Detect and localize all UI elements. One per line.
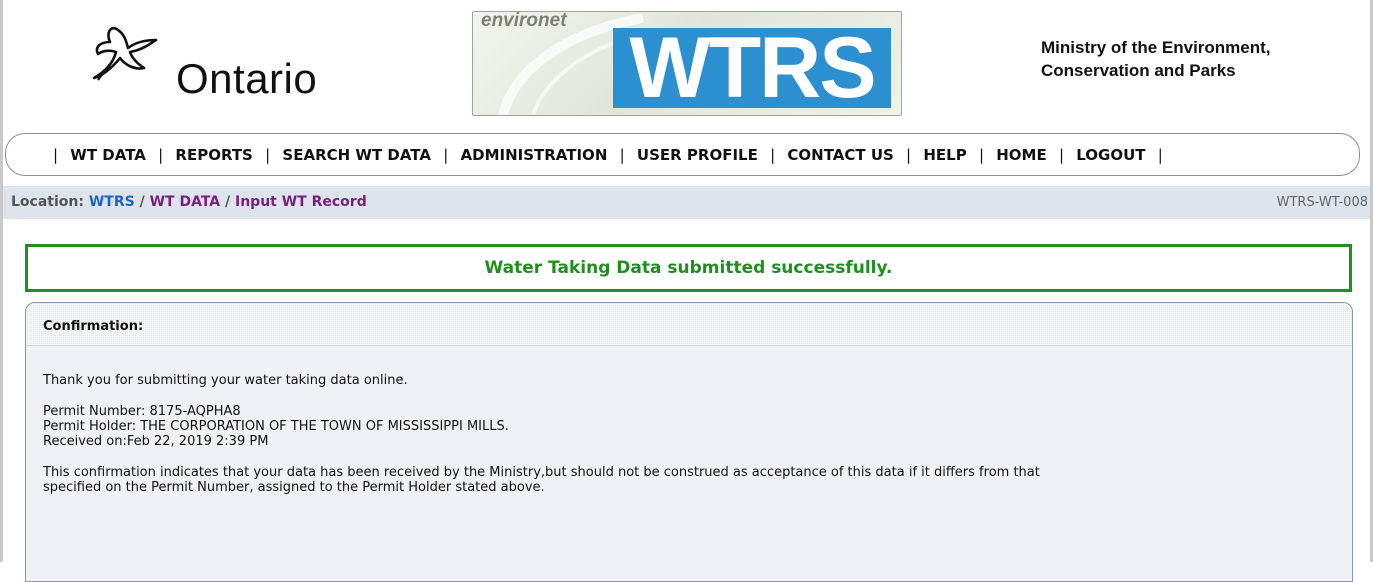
confirmation-body: Thank you for submitting your water taki…: [43, 373, 1333, 495]
main-nav: | WT DATA | REPORTS | SEARCH WT DATA | A…: [5, 133, 1360, 176]
wtrs-banner[interactable]: environet WTRS: [472, 11, 902, 116]
ontario-logo[interactable]: Ontario: [80, 20, 360, 120]
confirmation-panel: Confirmation: Thank you for submitting y…: [25, 302, 1353, 582]
wtrs-logo-box: WTRS: [613, 20, 891, 115]
nav-separator: |: [1157, 146, 1163, 164]
ministry-line-2: Conservation and Parks: [1041, 61, 1236, 80]
thank-you-text: Thank you for submitting your water taki…: [43, 373, 408, 388]
permit-holder: Permit Holder: THE CORPORATION OF THE TO…: [43, 419, 509, 434]
permit-number: Permit Number: 8175-AQPHA8: [43, 404, 241, 419]
trillium-icon: [92, 26, 158, 81]
confirmation-title: Confirmation:: [43, 319, 144, 334]
screen-id: WTRS-WT-008: [1276, 195, 1368, 210]
wtrs-logo-text: WTRS: [629, 20, 876, 116]
nav-separator: |: [770, 146, 776, 164]
nav-home[interactable]: HOME: [996, 146, 1046, 164]
breadcrumb-separator: /: [139, 194, 145, 210]
breadcrumb-label: Location:: [11, 194, 84, 210]
success-message: Water Taking Data submitted successfully…: [484, 258, 893, 278]
breadcrumb: Location: WTRS / WT DATA / Input WT Reco…: [3, 186, 1370, 219]
disclaimer-line-2: specified on the Permit Number, assigned…: [43, 480, 545, 495]
nav-separator: |: [53, 146, 59, 164]
ministry-name: Ministry of the Environment, Conservatio…: [1041, 36, 1271, 82]
page-header: Ontario environet WTRS Ministry of the E…: [0, 0, 1373, 130]
success-banner: Water Taking Data submitted successfully…: [25, 244, 1352, 292]
received-on: Received on:Feb 22, 2019 2:39 PM: [43, 434, 269, 449]
breadcrumb-wt-data-link[interactable]: WT DATA: [150, 194, 221, 210]
ontario-wordmark: Ontario: [176, 55, 318, 102]
breadcrumb-separator: /: [225, 194, 231, 210]
nav-separator: |: [443, 146, 449, 164]
nav-help[interactable]: HELP: [923, 146, 966, 164]
nav-user-profile[interactable]: USER PROFILE: [637, 146, 758, 164]
nav-separator: |: [978, 146, 984, 164]
nav-logout[interactable]: LOGOUT: [1076, 146, 1145, 164]
environet-label: environet: [481, 11, 567, 31]
nav-separator: |: [265, 146, 271, 164]
nav-wt-data[interactable]: WT DATA: [70, 146, 146, 164]
confirmation-panel-header: Confirmation:: [26, 303, 1352, 346]
ministry-line-1: Ministry of the Environment,: [1041, 38, 1271, 57]
nav-separator: |: [158, 146, 164, 164]
nav-search-wt-data[interactable]: SEARCH WT DATA: [282, 146, 431, 164]
breadcrumb-wtrs-link[interactable]: WTRS: [89, 194, 135, 210]
nav-separator: |: [619, 146, 625, 164]
nav-contact-us[interactable]: CONTACT US: [787, 146, 893, 164]
breadcrumb-trail: Location: WTRS / WT DATA / Input WT Reco…: [11, 194, 367, 210]
nav-separator: |: [1058, 146, 1065, 164]
breadcrumb-current-page[interactable]: Input WT Record: [235, 194, 367, 210]
nav-reports[interactable]: REPORTS: [175, 146, 252, 164]
nav-items: | WT DATA | REPORTS | SEARCH WT DATA | A…: [46, 146, 1170, 164]
nav-separator: |: [906, 146, 912, 164]
nav-administration[interactable]: ADMINISTRATION: [461, 146, 608, 164]
disclaimer-line-1: This confirmation indicates that your da…: [43, 465, 1040, 480]
